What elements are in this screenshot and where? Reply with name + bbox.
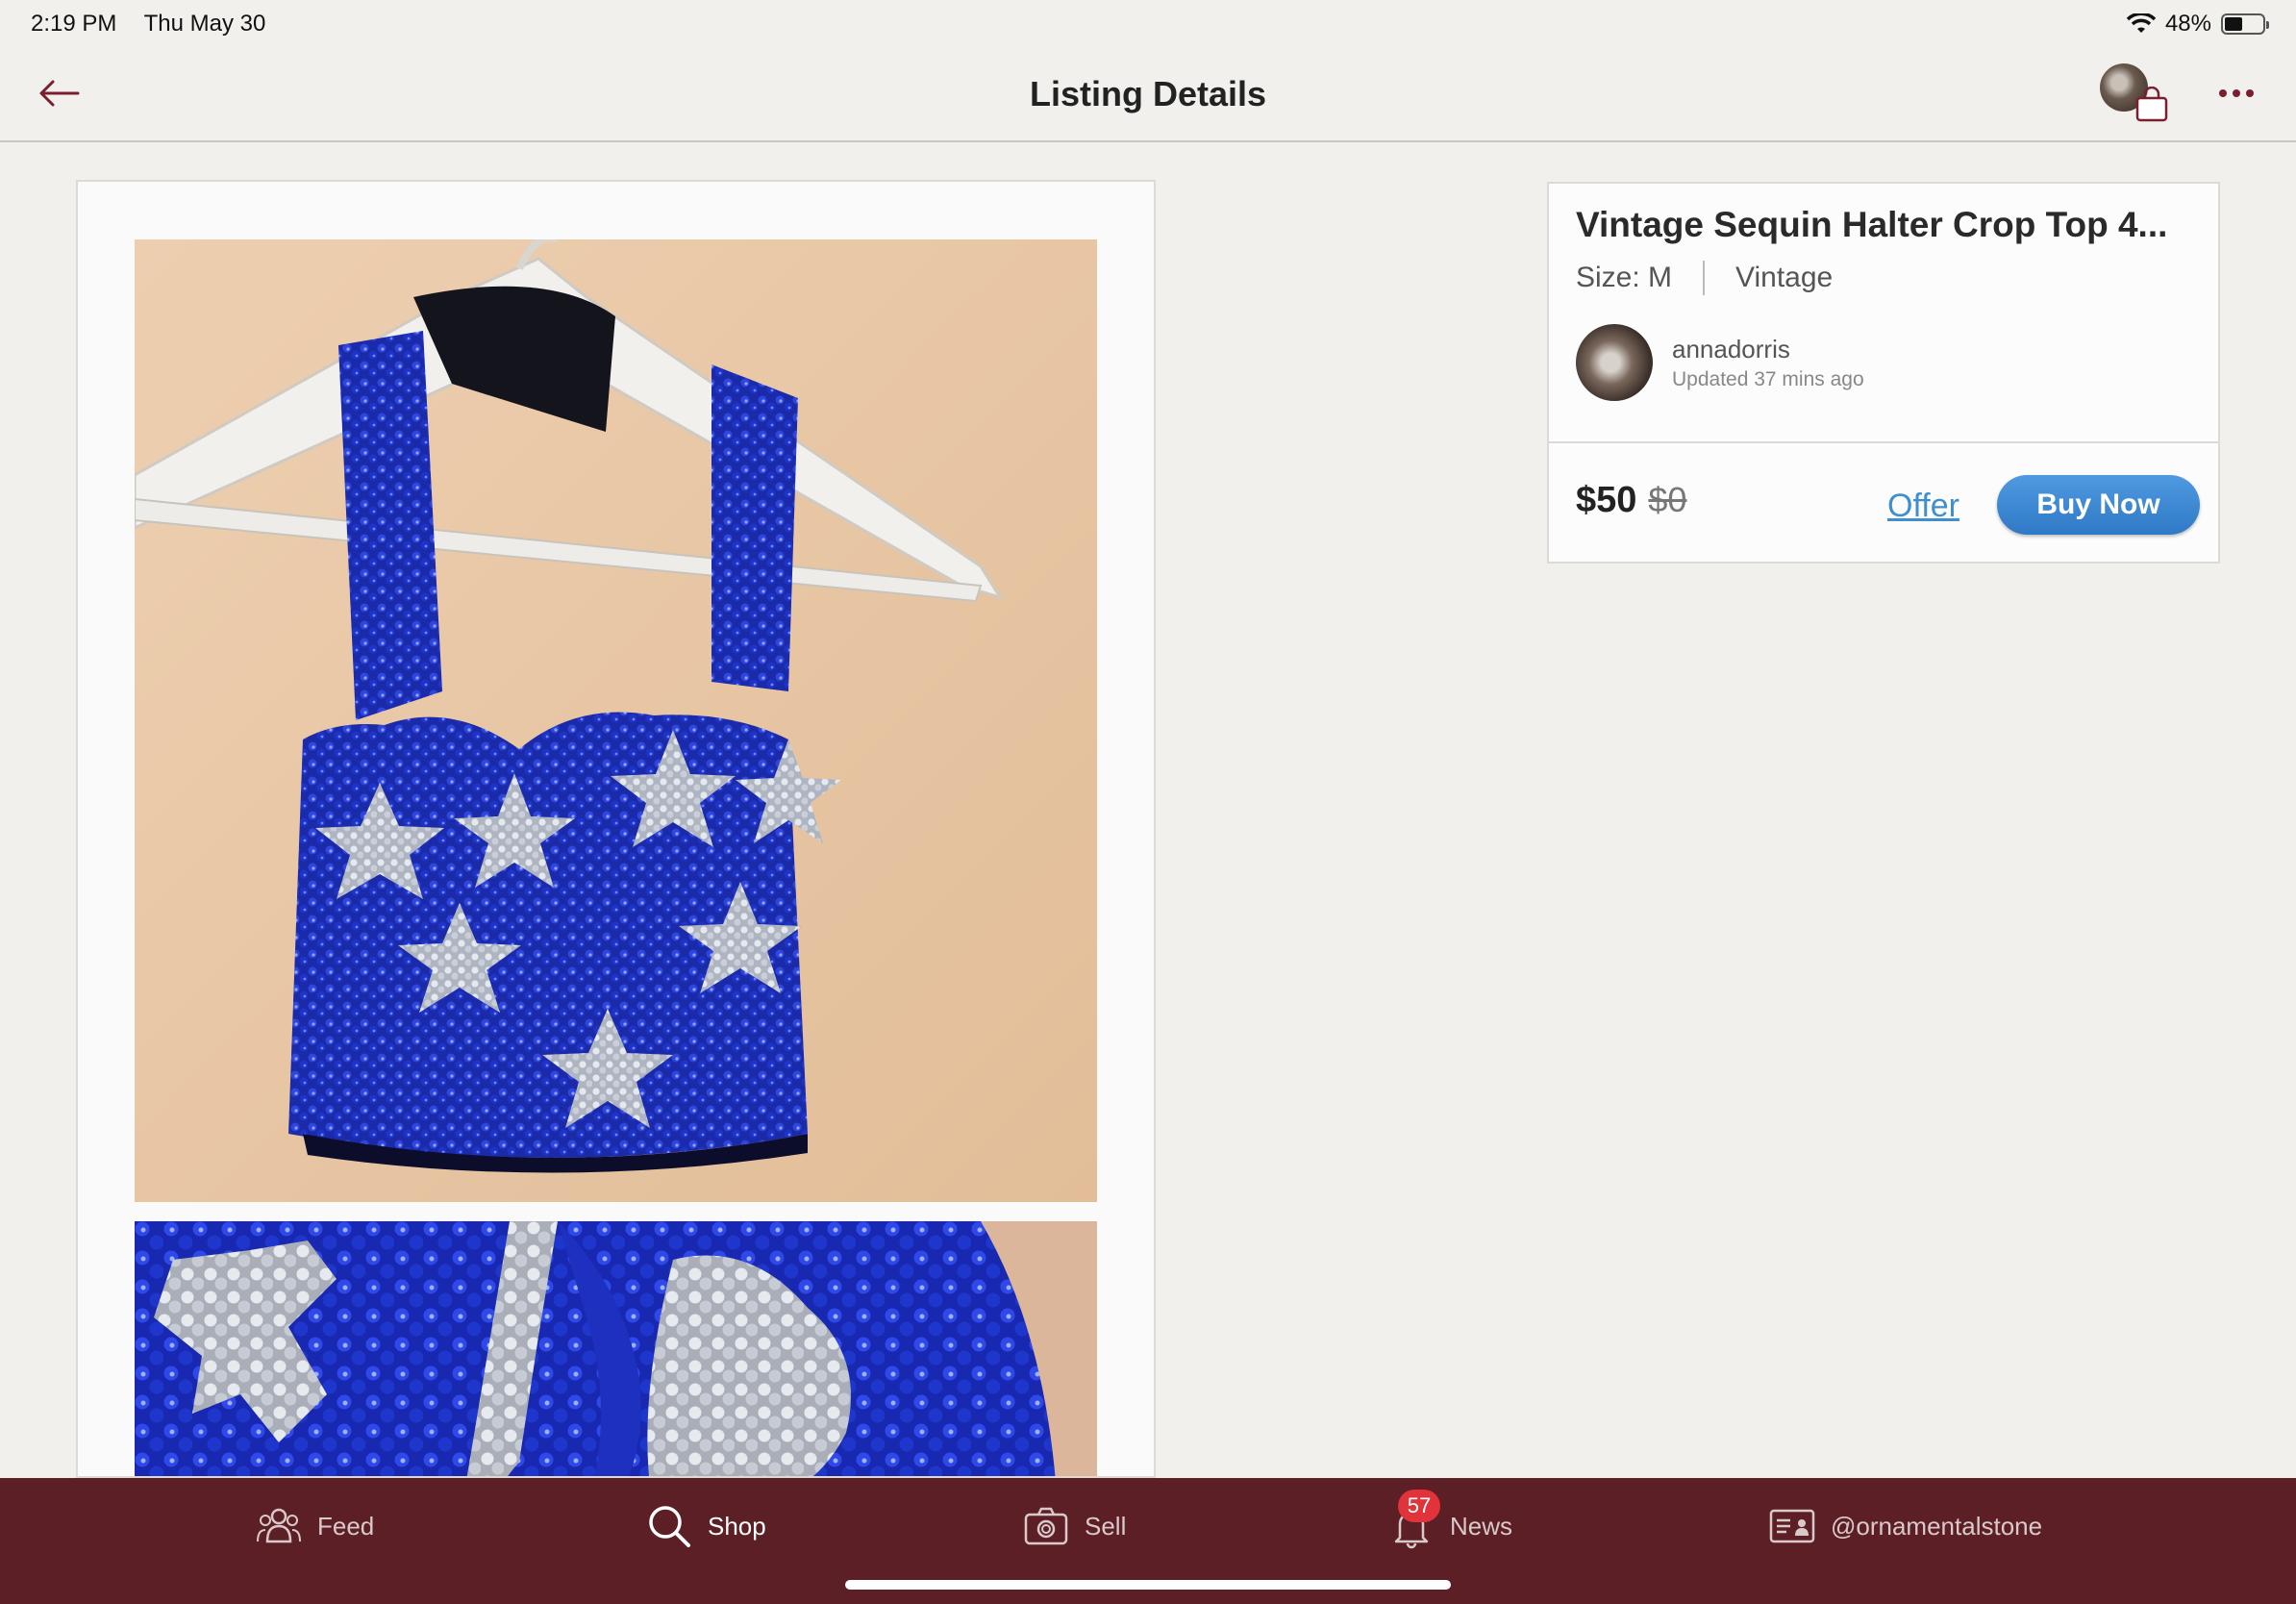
- status-date: Thu May 30: [143, 11, 266, 37]
- status-bar: 2:19 PM Thu May 30 48%: [0, 0, 2296, 48]
- tab-news[interactable]: 57 News: [1388, 1490, 1513, 1549]
- battery-percent: 48%: [2164, 11, 2211, 37]
- status-left: 2:19 PM Thu May 30: [31, 11, 287, 38]
- more-dot: [2219, 89, 2227, 97]
- tab-feed[interactable]: Feed: [256, 1503, 374, 1549]
- original-price: $0: [1648, 480, 1687, 519]
- listing-size: Size: M: [1576, 262, 1673, 293]
- listing-brand[interactable]: Vintage: [1735, 262, 1833, 294]
- nav-actions: [2100, 62, 2258, 125]
- home-indicator: [845, 1580, 1451, 1590]
- notification-badge: 57: [1398, 1490, 1440, 1522]
- tab-sell[interactable]: Sell: [1023, 1503, 1126, 1549]
- seller-text: annadorris Updated 37 mins ago: [1672, 335, 1864, 391]
- tab-account-label: @ornamentalstone: [1831, 1511, 2043, 1541]
- profile-cart-button[interactable]: [2100, 62, 2173, 125]
- status-right: 48%: [2126, 11, 2269, 38]
- back-button[interactable]: [35, 69, 83, 117]
- people-icon: [257, 1508, 301, 1543]
- card-divider: [1549, 441, 2218, 443]
- listing-gallery[interactable]: [76, 180, 1156, 1478]
- battery-fill: [2225, 17, 2243, 31]
- meta-divider: [1703, 261, 1706, 295]
- id-card-icon: [1769, 1509, 1815, 1543]
- tab-news-label: News: [1450, 1511, 1513, 1541]
- shopping-bag-icon: [2135, 87, 2168, 122]
- tab-sell-label: Sell: [1085, 1511, 1127, 1541]
- more-dot: [2233, 89, 2240, 97]
- offer-button[interactable]: Offer: [1887, 488, 1959, 525]
- sequin-closeup-image: [135, 1221, 1097, 1476]
- battery-icon: [2221, 13, 2269, 35]
- bell-icon-wrap: 57: [1388, 1490, 1440, 1549]
- seller-name[interactable]: annadorris: [1672, 335, 1864, 364]
- seller-info[interactable]: annadorris Updated 37 mins ago: [1576, 324, 1864, 401]
- camera-icon: [1024, 1507, 1068, 1545]
- arrow-left-icon: [39, 80, 80, 107]
- listing-meta: Size: M Vintage: [1576, 261, 1833, 295]
- page-title: Listing Details: [1029, 74, 1267, 113]
- tab-bar: Feed Shop Sell 57 News @ornamentalstone: [0, 1478, 2296, 1604]
- listing-title: Vintage Sequin Halter Crop Top 4...: [1576, 205, 2168, 244]
- status-time: 2:19 PM: [31, 11, 117, 37]
- tab-account[interactable]: @ornamentalstone: [1769, 1503, 2042, 1549]
- tab-shop-label: Shop: [708, 1511, 766, 1541]
- tab-shop[interactable]: Shop: [646, 1503, 766, 1549]
- updated-time: Updated 37 mins ago: [1672, 367, 1864, 390]
- listing-price: $50: [1576, 480, 1637, 520]
- listing-photo-main[interactable]: [135, 239, 1097, 1202]
- search-icon: [649, 1506, 690, 1547]
- wifi-icon: [2126, 13, 2156, 33]
- buy-now-button[interactable]: Buy Now: [1997, 475, 2200, 535]
- seller-avatar[interactable]: [1576, 324, 1653, 401]
- sequin-top-image: [135, 239, 1097, 1202]
- price-row: $50 $0: [1576, 480, 1686, 521]
- listing-photo-2[interactable]: [135, 1221, 1097, 1476]
- more-dot: [2246, 89, 2254, 97]
- more-options-button[interactable]: [2219, 84, 2258, 103]
- listing-info-card: Vintage Sequin Halter Crop Top 4... Size…: [1547, 182, 2220, 564]
- nav-bar: Listing Details: [0, 48, 2296, 142]
- tab-feed-label: Feed: [317, 1511, 375, 1541]
